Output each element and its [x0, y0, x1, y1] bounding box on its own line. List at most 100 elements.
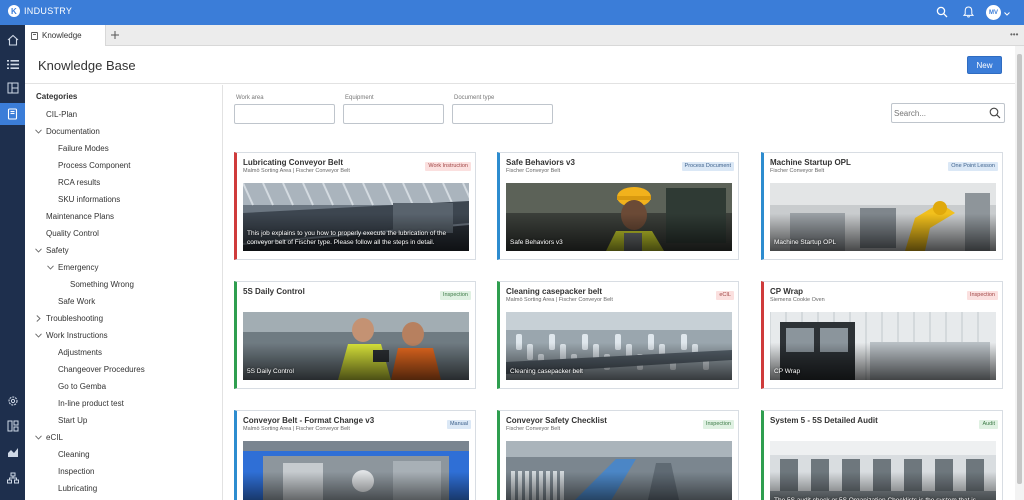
document-type-badge: Audit	[979, 420, 998, 429]
sidebar-item[interactable]: Inspection	[46, 465, 94, 477]
gear-icon[interactable]	[0, 390, 25, 412]
card-subtitle: Malmö Sorting Area | Fischer Conveyor Be…	[243, 168, 350, 174]
card-image[interactable]: CP Wrap	[770, 312, 996, 380]
new-button[interactable]: New	[967, 56, 1002, 74]
sidebar-item[interactable]: Maintenance Plans	[34, 210, 114, 222]
scrollbar-thumb[interactable]	[1017, 54, 1022, 484]
card-image[interactable]: 5S Daily Control	[243, 312, 469, 380]
search-icon[interactable]	[989, 107, 1001, 121]
sidebar-item[interactable]: Process Component	[46, 159, 130, 171]
robot-line-photo	[770, 441, 996, 500]
sidebar-item[interactable]: Safe Work	[46, 295, 95, 307]
document-card[interactable]: CP Wrap Siemens Cookie Oven Inspection CP W…	[761, 281, 1003, 389]
chevron-down-icon[interactable]	[34, 127, 42, 135]
card-image[interactable]: The 5S audit check or 5S Organization Ch…	[770, 441, 996, 500]
document-type-badge: Process Document	[681, 162, 734, 171]
sidebar-item-label: Process Component	[58, 160, 131, 170]
card-image[interactable]: Cleaning casepacker belt	[506, 312, 732, 380]
card-title[interactable]: 5S Daily Control	[243, 287, 305, 296]
sidebar-item-label: Quality Control	[46, 228, 99, 238]
sidebar-item[interactable]: Emergency	[46, 261, 98, 273]
sidebar-item[interactable]: SKU informations	[46, 193, 120, 205]
work-area-select[interactable]	[234, 104, 335, 124]
card-title[interactable]: CP Wrap	[770, 287, 803, 296]
sidebar-item[interactable]: Cleaning	[46, 448, 90, 460]
knowledge-book-icon[interactable]	[0, 103, 25, 125]
document-card[interactable]: Lubricating Conveyor Belt Malmö Sorting A…	[234, 152, 476, 260]
sidebar-item[interactable]: Documentation	[34, 125, 100, 137]
document-type-select[interactable]	[452, 104, 553, 124]
sidebar-item-label: Emergency	[58, 262, 99, 272]
hierarchy-icon[interactable]	[0, 415, 25, 437]
card-image[interactable]	[506, 441, 732, 500]
sidebar-item-label: Maintenance Plans	[46, 211, 115, 221]
card-title[interactable]: Conveyor Safety Checklist	[506, 416, 607, 425]
document-card[interactable]: Safe Behaviors v3 Fischer Conveyor Belt Pr…	[497, 152, 739, 260]
document-card[interactable]: 5S Daily Control Inspection 5S Daily Contr…	[234, 281, 476, 389]
avatar[interactable]: MV	[986, 5, 1001, 20]
sidebar-item[interactable]: Changeover Procedures	[46, 363, 145, 375]
chevron-right-icon[interactable]	[34, 314, 42, 322]
scrollbar[interactable]	[1015, 46, 1024, 500]
sidebar-item[interactable]: Safety	[34, 244, 69, 256]
sidebar-item[interactable]: Troubleshooting	[34, 312, 103, 324]
document-card[interactable]: Cleaning casepacker belt Malmö Sorting Ar…	[497, 281, 739, 389]
card-title[interactable]: Machine Startup OPL	[770, 158, 851, 167]
list-icon[interactable]	[0, 53, 25, 75]
document-card[interactable]: Conveyor Safety Checklist Fischer Conveyo…	[497, 410, 739, 500]
chevron-down-icon[interactable]	[1004, 9, 1010, 18]
card-image[interactable]: This job explains to you how to properly…	[243, 183, 469, 251]
sidebar-item[interactable]: Adjustments	[46, 346, 102, 358]
chevron-down-icon[interactable]	[34, 331, 42, 339]
chevron-down-icon[interactable]	[34, 433, 42, 441]
sidebar-item[interactable]: Start Up	[46, 414, 87, 426]
chevron-down-icon[interactable]	[46, 263, 54, 271]
card-title[interactable]: Lubricating Conveyor Belt	[243, 158, 343, 167]
card-title[interactable]: Cleaning casepacker belt	[506, 287, 602, 296]
document-type-badge: Manual	[446, 420, 471, 429]
card-title[interactable]: System 5 - 5S Detailed Audit	[770, 416, 878, 425]
bell-icon[interactable]	[961, 5, 975, 19]
search-field[interactable]	[891, 103, 1005, 123]
sidebar-item[interactable]: Failure Modes	[46, 142, 109, 154]
tab-knowledge[interactable]: Knowledge	[25, 25, 106, 46]
card-image[interactable]: Machine Startup OPL	[770, 183, 996, 251]
sidebar-item[interactable]: In-line product test	[46, 397, 124, 409]
sidebar-item[interactable]: eCIL	[34, 431, 63, 443]
equipment-select[interactable]	[343, 104, 444, 124]
sidebar-item[interactable]: Quality Control	[34, 227, 99, 239]
sidebar-item[interactable]: Something Wrong	[58, 278, 134, 290]
sidebar-item[interactable]: Work Instructions	[34, 329, 108, 341]
card-title[interactable]: Conveyor Belt - Format Change v3	[243, 416, 374, 425]
sidebar-item[interactable]: CIL-Plan	[34, 108, 77, 120]
chart-icon[interactable]	[0, 441, 25, 463]
sidebar-item-label: Something Wrong	[70, 279, 134, 289]
page-title: Knowledge Base	[38, 58, 136, 73]
search-icon[interactable]	[935, 5, 949, 19]
work-area-filter: Work area	[234, 95, 335, 124]
document-card[interactable]: System 5 - 5S Detailed Audit Audit The 5S …	[761, 410, 1003, 500]
document-card[interactable]: Conveyor Belt - Format Change v3 Malmö So…	[234, 410, 476, 500]
card-title[interactable]: Safe Behaviors v3	[506, 158, 575, 167]
more-icon[interactable]: •••	[1010, 30, 1018, 39]
org-chart-icon[interactable]	[0, 467, 25, 489]
book-icon	[31, 31, 38, 40]
document-card[interactable]: Machine Startup OPL Fischer Conveyor Belt…	[761, 152, 1003, 260]
sidebar-item[interactable]: Go to Gemba	[46, 380, 106, 392]
card-image[interactable]	[243, 441, 469, 500]
dashboard-icon[interactable]	[0, 77, 25, 99]
brand[interactable]: K INDUSTRY	[8, 5, 72, 17]
add-tab-icon[interactable]	[109, 29, 121, 41]
sidebar-item[interactable]: Lubricating	[46, 482, 97, 494]
card-image[interactable]: Safe Behaviors v3	[506, 183, 732, 251]
sidebar-item[interactable]: RCA results	[46, 176, 100, 188]
home-icon[interactable]	[0, 29, 25, 51]
document-type-badge: Work Instruction	[425, 162, 471, 171]
chevron-down-icon[interactable]	[34, 246, 42, 254]
search-input[interactable]	[894, 106, 986, 120]
